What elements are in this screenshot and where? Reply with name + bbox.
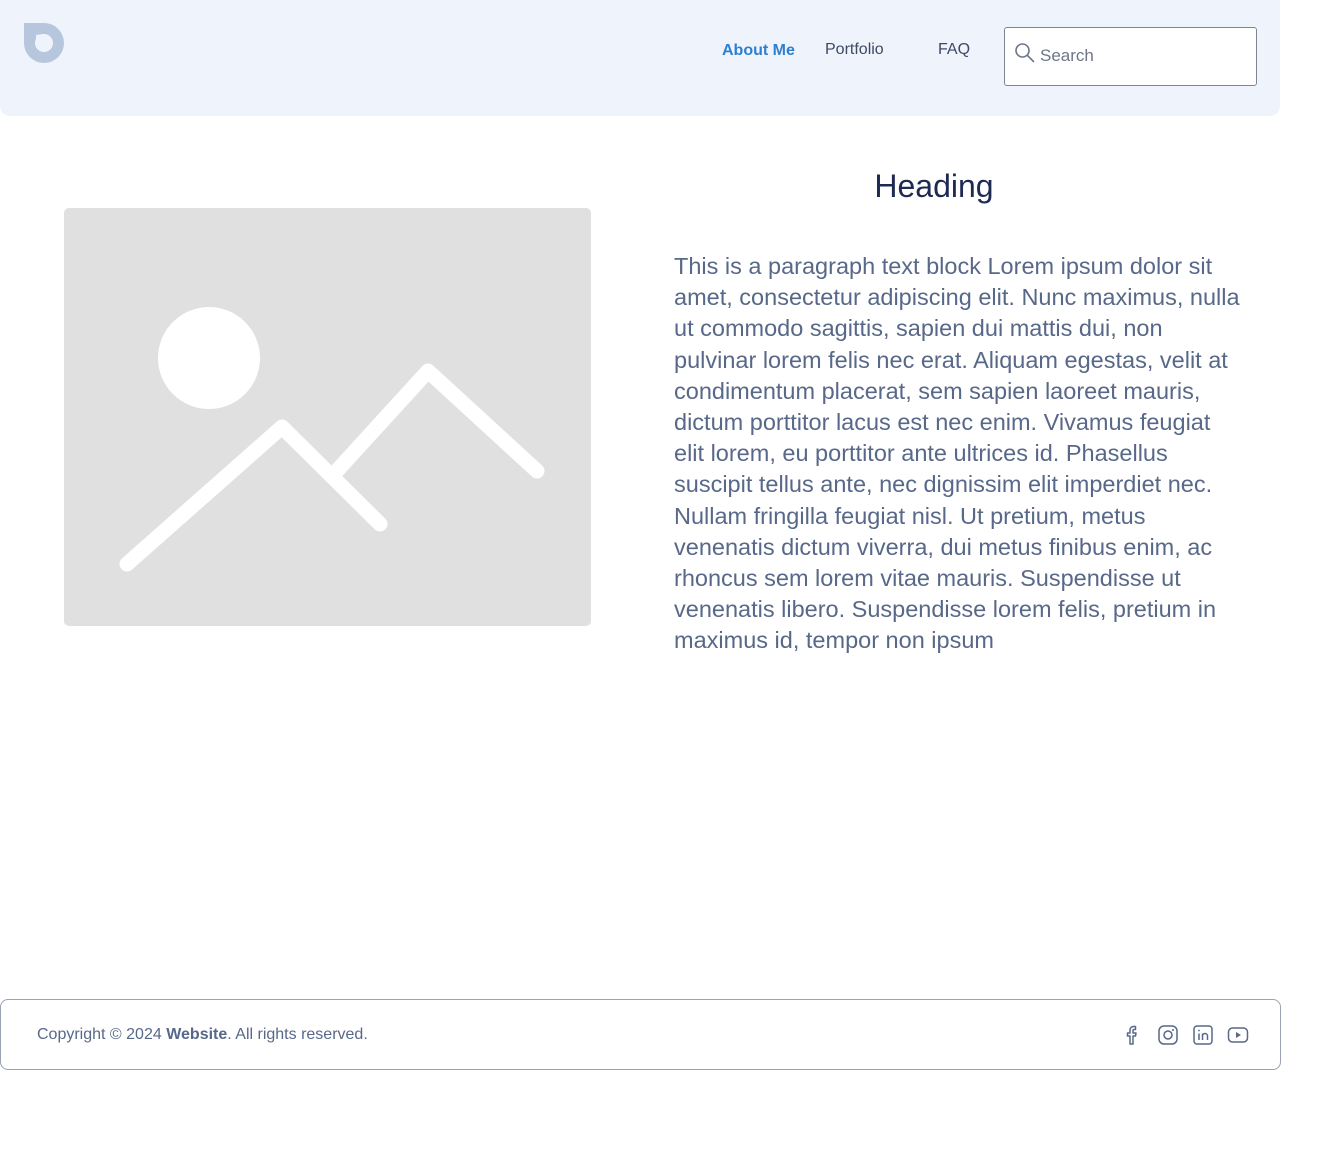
page-heading: Heading	[874, 168, 994, 204]
search-input[interactable]	[1040, 42, 1245, 70]
nav-about-me-link[interactable]: About Me	[722, 41, 795, 61]
body-paragraph: This is a paragraph text block Lorem ips…	[674, 253, 1240, 654]
copyright-prefix: Copyright © 2024	[37, 1026, 167, 1043]
youtube-icon[interactable]	[1226, 1023, 1250, 1047]
search-box[interactable]	[1004, 27, 1257, 86]
search-icon	[1015, 43, 1035, 63]
image-placeholder	[64, 208, 591, 626]
nav-portfolio-link[interactable]: Portfolio	[825, 40, 884, 60]
page: About Me Portfolio FAQ Heading This is a…	[0, 0, 1322, 1169]
linkedin-icon[interactable]	[1191, 1023, 1215, 1047]
site-header: About Me Portfolio FAQ	[0, 0, 1280, 116]
facebook-icon[interactable]	[1121, 1023, 1145, 1047]
copyright-brand: Website	[166, 1026, 228, 1043]
droplet-ring-logo-icon[interactable]	[23, 22, 65, 64]
instagram-icon[interactable]	[1156, 1023, 1180, 1047]
image-placeholder-icon	[119, 307, 545, 572]
copyright-suffix: . All rights reserved.	[227, 1026, 368, 1043]
site-footer: Copyright © 2024 Website. All rights res…	[0, 999, 1281, 1070]
nav-faq-link[interactable]: FAQ	[938, 40, 970, 60]
copyright-text: Copyright © 2024 Website. All rights res…	[37, 1025, 368, 1045]
